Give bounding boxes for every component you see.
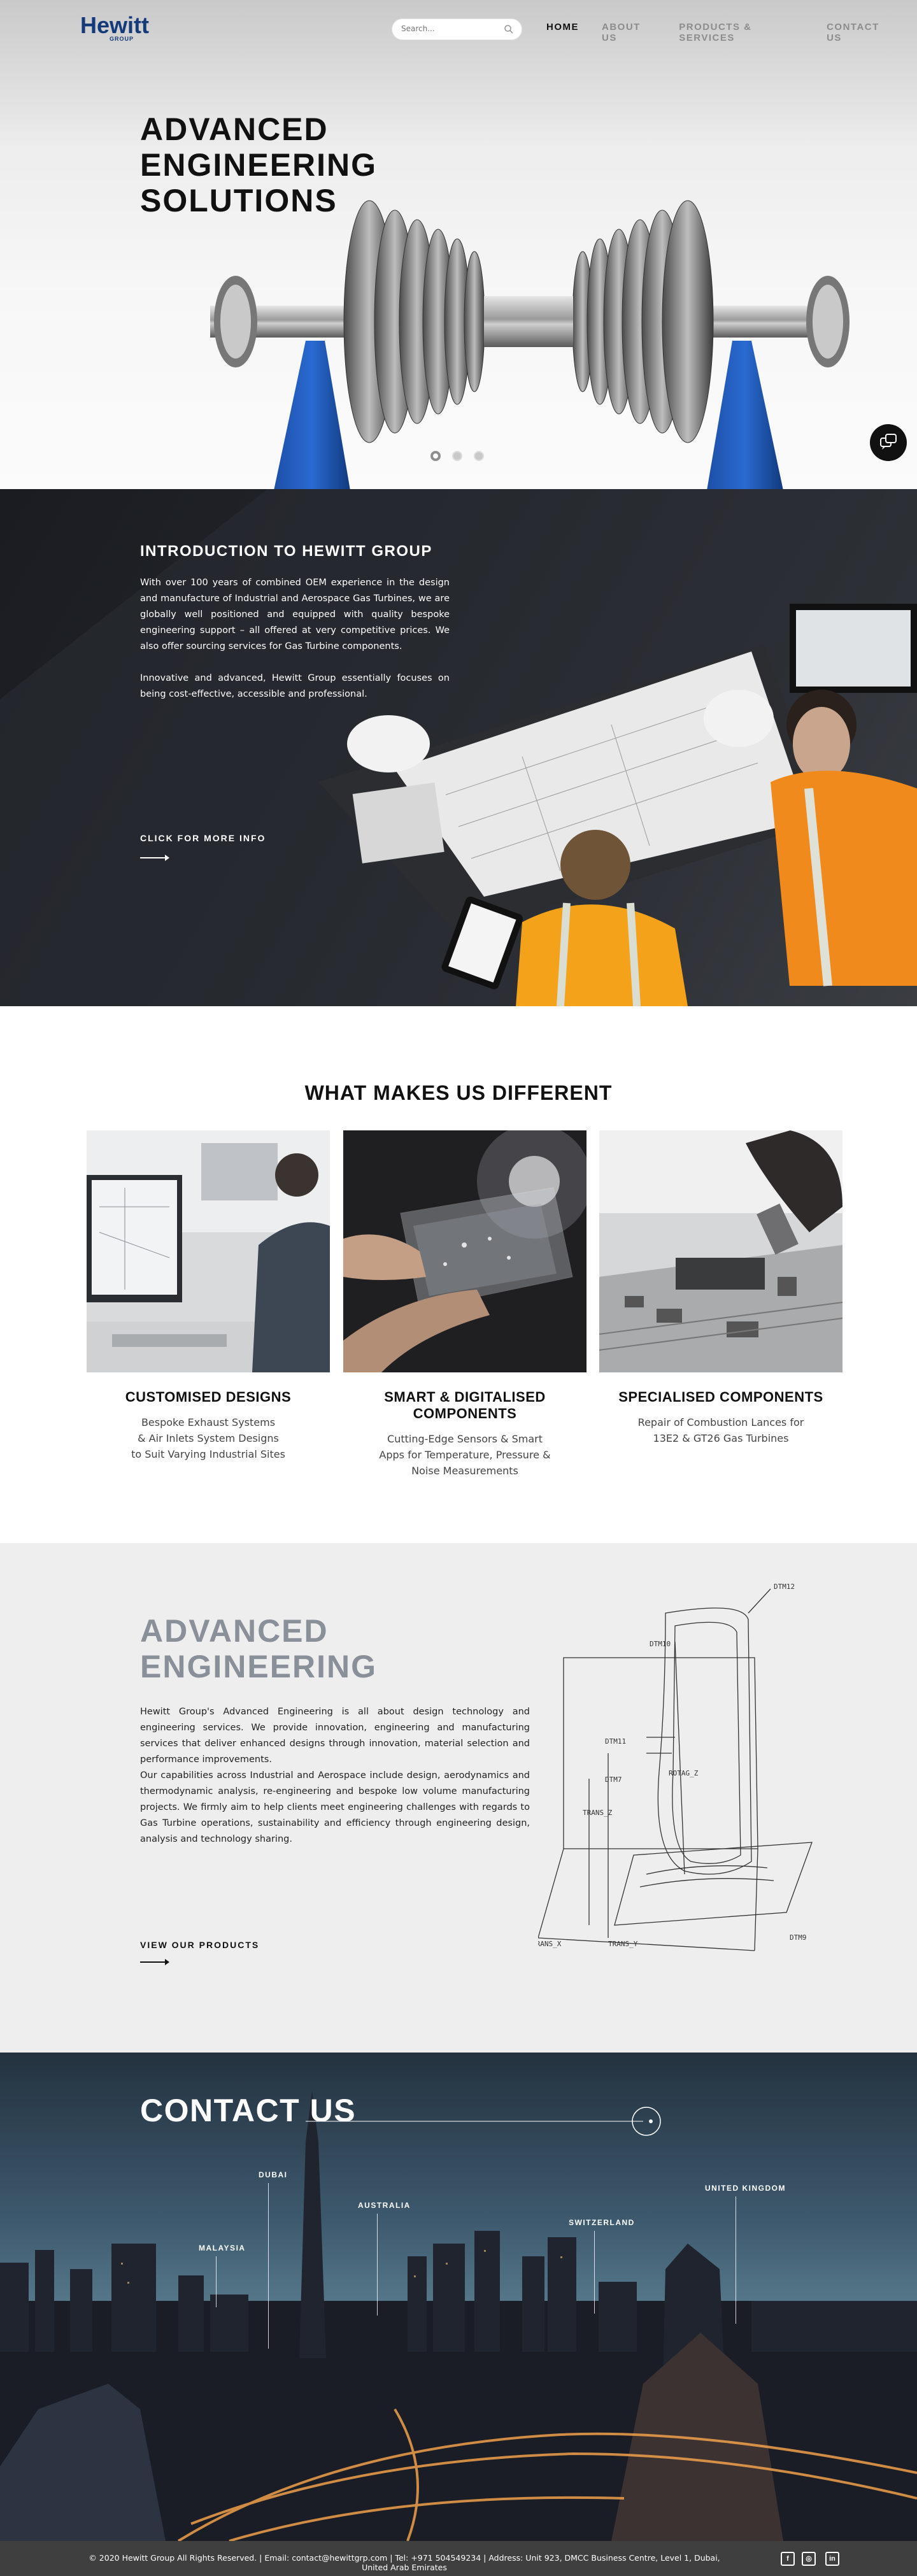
feature-card[interactable]: SPECIALISED COMPONENTS Repair of Combust… <box>599 1130 843 1446</box>
advanced-engineering-section: ADVANCED ENGINEERING Hewitt Group's Adva… <box>0 1543 917 2053</box>
carousel-dot-1[interactable] <box>430 451 441 461</box>
hero-section: ADVANCED ENGINEERING SOLUTIONS <box>0 0 917 489</box>
diagram-label: TRANS_X <box>538 1940 562 1948</box>
card-description: Bespoke Exhaust Systems & Air Inlets Sys… <box>113 1414 304 1462</box>
card-title: SPECIALISED COMPONENTS <box>618 1389 823 1405</box>
different-section: WHAT MAKES US DIFFERENT CUSTOMISED DESIG… <box>0 1006 917 1543</box>
nav-products-services[interactable]: PRODUCTS & SERVICES <box>679 22 804 43</box>
card-title: CUSTOMISED DESIGNS <box>125 1389 292 1405</box>
search-input[interactable] <box>401 24 503 33</box>
diagram-label: DTM10 <box>650 1640 671 1648</box>
location-switzerland[interactable]: SWITZERLAND <box>569 2218 635 2227</box>
site-footer: © 2020 Hewitt Group All Rights Reserved.… <box>0 2541 917 2576</box>
turbine-image <box>210 200 849 489</box>
card-description-line: Bespoke Exhaust Systems <box>141 1416 276 1428</box>
footer-text: © 2020 Hewitt Group All Rights Reserved.… <box>89 2553 720 2572</box>
instagram-icon[interactable]: ◎ <box>802 2552 816 2566</box>
nav-contact-us[interactable]: CONTACT US <box>827 22 894 43</box>
location-australia-pin <box>377 2214 378 2316</box>
location-dubai-pin <box>268 2183 269 2349</box>
view-products-link[interactable]: VIEW OUR PRODUCTS <box>140 1940 259 1950</box>
location-united-kingdom[interactable]: UNITED KINGDOM <box>705 2184 786 2193</box>
search-icon[interactable] <box>504 24 514 34</box>
intro-section: INTRODUCTION TO HEWITT GROUP With over 1… <box>0 489 917 1006</box>
chat-icon <box>880 434 897 450</box>
card-description-line: Cutting-Edge Sensors & Smart <box>387 1433 543 1445</box>
advanced-paragraph: Our capabilities across Industrial and A… <box>140 1770 530 1844</box>
card-description-line: & Air Inlets System Designs <box>138 1432 279 1444</box>
diagram-label: TRANS_Y <box>608 1940 638 1948</box>
diagram-label: DTM11 <box>605 1737 626 1746</box>
nav-home[interactable]: HOME <box>546 22 579 43</box>
feature-card[interactable]: CUSTOMISED DESIGNS Bespoke Exhaust Syste… <box>87 1130 330 1462</box>
intro-paragraph: Innovative and advanced, Hewitt Group es… <box>140 673 450 699</box>
location-dubai[interactable]: DUBAI <box>259 2170 288 2179</box>
diagram-label: TRANS_Z <box>583 1809 613 1817</box>
diagram-label: DTM12 <box>774 1583 795 1591</box>
card-description-line: 13E2 & GT26 Gas Turbines <box>653 1432 789 1444</box>
advanced-paragraph: Hewitt Group's Advanced Engineering is a… <box>140 1707 530 1765</box>
linkedin-icon[interactable]: in <box>825 2552 839 2566</box>
arrow-right-icon[interactable] <box>140 1959 169 1965</box>
engineers-photo <box>0 489 917 1006</box>
logo-subtitle: GROUP <box>110 36 134 42</box>
intro-paragraph: With over 100 years of combined OEM expe… <box>140 578 450 651</box>
carousel-dots <box>430 451 484 461</box>
more-info-link[interactable]: CLICK FOR MORE INFO <box>140 833 266 843</box>
card-description: Cutting-Edge Sensors & Smart Apps for Te… <box>369 1431 560 1479</box>
logo[interactable]: Hewitt <box>80 14 149 37</box>
smart-components-image <box>343 1124 592 1372</box>
hero-title-line: ADVANCED <box>140 111 329 147</box>
carousel-dot-2[interactable] <box>452 451 462 461</box>
diagram-label: ROTAG_Z <box>669 1769 699 1777</box>
chat-button[interactable] <box>870 424 907 461</box>
advanced-title-line: ENGINEERING <box>140 1649 378 1684</box>
card-description: Repair of Combustion Lances for 13E2 & G… <box>625 1414 816 1446</box>
location-malaysia[interactable]: MALAYSIA <box>199 2244 246 2252</box>
card-title: SMART & DIGITALISED COMPONENTS <box>384 1389 546 1421</box>
intro-heading: INTRODUCTION TO HEWITT GROUP <box>140 543 432 560</box>
hero-title-line: ENGINEERING <box>140 147 378 183</box>
card-description-line: Noise Measurements <box>411 1465 518 1477</box>
facebook-icon[interactable]: f <box>781 2552 795 2566</box>
main-nav: HOME ABOUT US PRODUCTS & SERVICES CONTAC… <box>546 22 917 43</box>
advanced-title-line: ADVANCED <box>140 1613 329 1649</box>
card-description-line: to Suit Varying Industrial Sites <box>131 1448 285 1460</box>
arrow-right-icon[interactable] <box>140 855 169 861</box>
carousel-dot-3[interactable] <box>474 451 484 461</box>
search-box <box>392 18 522 40</box>
feature-card[interactable]: SMART & DIGITALISED COMPONENTS Cutting-E… <box>343 1124 592 1479</box>
diagram-label: DTM7 <box>605 1775 622 1784</box>
advanced-title: ADVANCED ENGINEERING <box>140 1613 377 1684</box>
nav-about-us[interactable]: ABOUT US <box>602 22 656 43</box>
card-description-line: Apps for Temperature, Pressure & <box>379 1449 551 1461</box>
location-switzerland-pin <box>594 2231 595 2314</box>
design-office-image <box>87 1130 330 1372</box>
location-malaysia-pin <box>216 2256 217 2307</box>
location-australia[interactable]: AUSTRALIA <box>358 2201 411 2210</box>
card-description-line: Repair of Combustion Lances for <box>637 1416 804 1428</box>
contact-arrow-icon[interactable] <box>306 2102 662 2140</box>
diagram-label: DTM9 <box>790 1933 807 1942</box>
blade-diagram: DTM12 DTM10 DTM11 ROTAG_Z DTM7 TRANS_Z T… <box>538 1583 813 1951</box>
different-title: WHAT MAKES US DIFFERENT <box>304 1081 613 1104</box>
contact-section: CONTACT US DUBAI AUSTRALIA MALAYSIA SWIT… <box>0 2053 917 2541</box>
circuit-board-image <box>599 1130 843 1372</box>
site-header: Hewitt GROUP HOME ABOUT US PRODUCTS & SE… <box>0 0 917 57</box>
